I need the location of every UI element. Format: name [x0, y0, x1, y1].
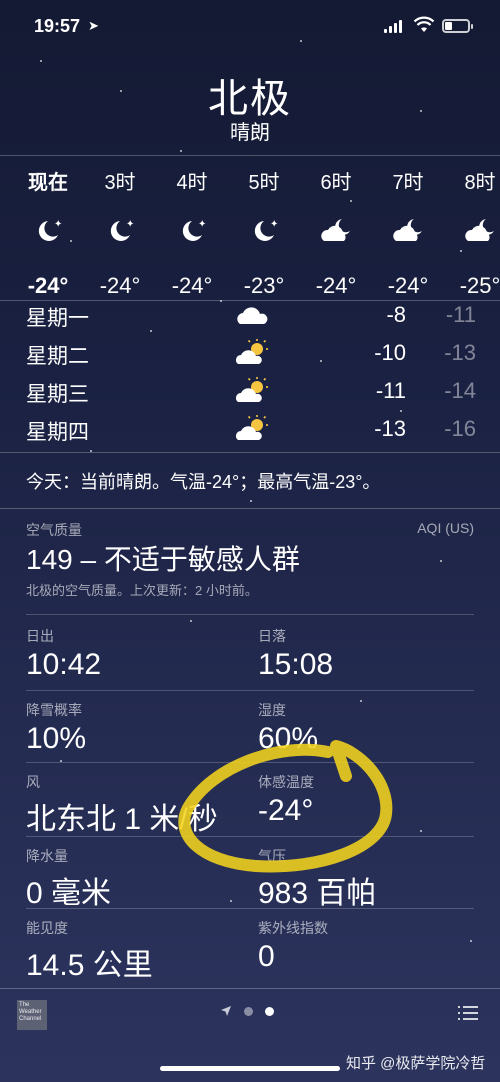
hour-item: 3时 ✦ -24° — [84, 156, 156, 299]
day-low: -11 — [445, 302, 476, 327]
moon-star-icon: ✦ — [110, 219, 134, 241]
hour-temp: -23° — [243, 273, 285, 298]
summary-top-divider — [0, 452, 500, 453]
detail-value: 14.5 公里 — [26, 949, 153, 982]
moon-star-icon: ✦ — [38, 219, 62, 241]
today-summary: 今天：当前晴朗。气温-24°；最高气温-23°。 — [26, 472, 381, 492]
cloud-moon-icon — [393, 219, 422, 241]
detail-divider — [26, 614, 474, 615]
toolbar-divider — [0, 988, 500, 989]
hour-temp: -24° — [99, 273, 141, 298]
aqi-label: 空气质量 — [26, 522, 82, 538]
daily-row: 星期二 -10 -13 — [0, 338, 500, 376]
location-arrow-icon: ➤ — [88, 18, 99, 33]
detail-label: 降雪概率 — [26, 702, 82, 718]
day-name: 星期四 — [26, 421, 89, 444]
detail-visibility: 能见度 14.5 公里 — [26, 918, 236, 984]
detail-sunrise: 日出 10:42 — [26, 626, 236, 682]
zhihu-watermark: 知乎 @极萨学院冷哲 — [346, 1055, 486, 1072]
moon-star-icon: ✦ — [182, 219, 206, 241]
daily-row: 星期三 -11 -14 — [0, 376, 500, 414]
daily-row: 星期一 -8 -11 — [0, 300, 500, 338]
hour-temp: -24° — [171, 273, 213, 298]
detail-value: 15:08 — [258, 648, 334, 681]
weather-channel-logo[interactable]: The Weather Channel — [17, 1000, 47, 1030]
day-low: -16 — [444, 416, 476, 441]
svg-text:✦: ✦ — [270, 219, 278, 230]
hour-label: 4时 — [176, 172, 208, 194]
page-dot-active[interactable] — [265, 1006, 274, 1016]
location-arrow-icon — [221, 1006, 231, 1016]
weather-channel-logo-text: The Weather Channel — [19, 1002, 42, 1022]
status-time: 19:57 — [34, 16, 81, 36]
svg-text:✦: ✦ — [54, 219, 62, 230]
hour-item: 4时 ✦ -24° — [156, 156, 228, 299]
detail-value: 10:42 — [26, 648, 102, 681]
detail-label: 紫外线指数 — [258, 920, 328, 936]
summary-bottom-divider — [0, 508, 500, 509]
cloud-icon — [237, 307, 268, 324]
detail-label: 能见度 — [26, 920, 68, 936]
hour-temp: -24° — [315, 273, 357, 298]
hour-label: 7时 — [392, 172, 424, 194]
page-dot[interactable] — [244, 1006, 253, 1016]
day-high: -10 — [374, 340, 406, 365]
battery-icon — [442, 19, 473, 33]
aqi-unit: AQI (US) — [417, 520, 474, 536]
svg-text:✦: ✦ — [198, 219, 206, 230]
day-name: 星期一 — [26, 307, 89, 330]
partly-sunny-icon — [236, 415, 268, 440]
detail-value: 0 — [258, 940, 275, 973]
daily-row: 星期四 -13 -16 — [0, 414, 500, 452]
hour-label: 8时 — [464, 172, 496, 194]
day-high: -13 — [374, 416, 406, 441]
day-high: -11 — [375, 378, 406, 403]
hour-label: 3时 — [104, 172, 136, 194]
highlight-circle-annotation — [178, 740, 393, 873]
detail-label: 湿度 — [258, 702, 286, 718]
hour-item: 现在 ✦ -24° — [12, 156, 84, 299]
page-indicator[interactable] — [220, 1005, 274, 1017]
aqi-value[interactable]: 149 – 不适于敏感人群 — [26, 538, 300, 578]
home-indicator[interactable] — [160, 1066, 340, 1071]
day-high: -8 — [386, 302, 406, 327]
cellular-signal-icon — [384, 20, 402, 33]
hour-temp: -24° — [27, 273, 69, 298]
hour-temp: -25° — [459, 273, 500, 298]
wifi-icon — [413, 16, 435, 32]
hour-label: 现在 — [28, 172, 68, 194]
hour-temp: -24° — [387, 273, 429, 298]
hour-label: 5时 — [248, 172, 280, 194]
day-low: -14 — [444, 378, 476, 403]
detail-divider — [26, 690, 474, 691]
hour-item: 8时 -25° — [444, 156, 500, 299]
partly-sunny-icon — [236, 377, 268, 402]
detail-label: 日落 — [258, 628, 286, 644]
hourly-forecast[interactable]: 现在 ✦ -24° 3时 ✦ -24° 4时 ✦ -24° 5时 ✦ -23° … — [0, 156, 500, 300]
hour-item: 7时 -24° — [372, 156, 444, 299]
detail-uv-index: 紫外线指数 0 — [258, 918, 468, 974]
day-name: 星期三 — [26, 383, 89, 406]
day-name: 星期二 — [26, 345, 89, 368]
hour-item: 6时 -24° — [300, 156, 372, 299]
aqi-note: 北极的空气质量。上次更新：2 小时前。 — [26, 583, 258, 598]
current-condition: 晴朗 — [230, 122, 270, 144]
moon-star-icon: ✦ — [254, 219, 278, 241]
cloud-moon-icon — [321, 219, 350, 241]
status-bar: 19:57 ➤ — [0, 14, 500, 42]
hour-item: 5时 ✦ -23° — [228, 156, 300, 299]
partly-sunny-icon — [236, 339, 268, 364]
hour-label: 6时 — [320, 172, 352, 194]
detail-divider — [26, 908, 474, 909]
svg-text:✦: ✦ — [126, 219, 134, 230]
day-low: -13 — [444, 340, 476, 365]
detail-sunset: 日落 15:08 — [258, 626, 468, 682]
cloud-moon-icon — [465, 219, 494, 241]
city-list-icon[interactable] — [458, 1005, 478, 1021]
detail-label: 日出 — [26, 628, 54, 644]
